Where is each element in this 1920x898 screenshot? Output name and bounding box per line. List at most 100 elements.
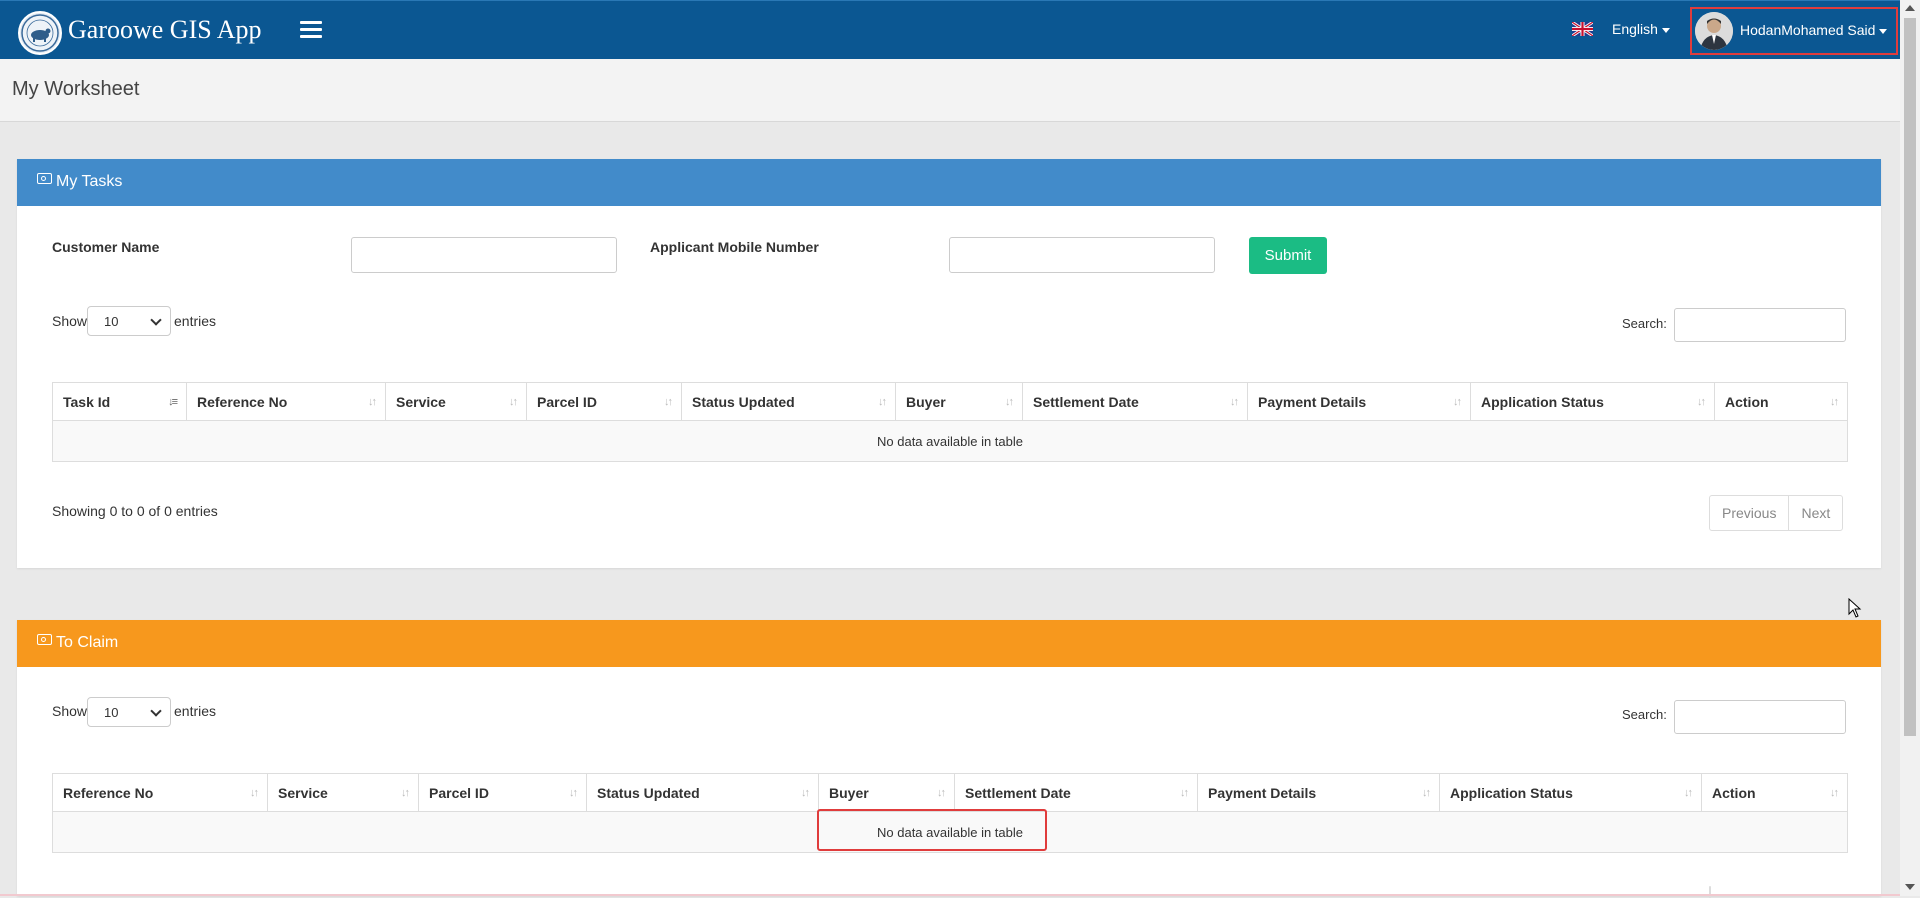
col-task-id[interactable]: Task Id ↓≡: [52, 382, 187, 421]
col-action[interactable]: Action ↓↑: [1714, 382, 1848, 421]
table-info: Showing 0 to 0 of 0 entries: [52, 503, 218, 519]
empty-table-message: No data available in table: [52, 811, 1848, 853]
mobile-number-input[interactable]: [949, 237, 1215, 273]
username-text: HodanMohamed Said: [1740, 22, 1876, 38]
col-service[interactable]: Service ↓↑: [385, 382, 527, 421]
col-status-updated[interactable]: Status Updated ↓↑: [586, 773, 819, 812]
column-label: Task Id: [63, 393, 111, 410]
language-dropdown[interactable]: English: [1612, 21, 1670, 37]
page-size-select[interactable]: 10: [87, 306, 171, 336]
to-claim-table: Reference No ↓↑ Service ↓↑ Parcel ID ↓↑ Sta…: [52, 773, 1848, 853]
column-label: Reference No: [63, 784, 154, 801]
table-header-row: Task Id ↓≡ Reference No ↓↑ Service ↓↑ Parce…: [52, 382, 1848, 421]
col-settlement-date[interactable]: Settlement Date ↓↑: [1022, 382, 1248, 421]
scroll-up-icon[interactable]: [1905, 5, 1915, 11]
col-service[interactable]: Service ↓↑: [267, 773, 419, 812]
mobile-number-label: Applicant Mobile Number: [650, 239, 819, 255]
col-parcel-id[interactable]: Parcel ID ↓↑: [526, 382, 682, 421]
city-seal-logo-icon[interactable]: [18, 11, 62, 55]
sort-icon: ↓↑: [1684, 787, 1693, 799]
column-label: Settlement Date: [1033, 393, 1139, 410]
scroll-down-icon[interactable]: [1905, 884, 1915, 890]
my-tasks-panel: My Tasks Customer Name Applicant Mobile …: [17, 159, 1881, 568]
sort-icon: ↓↑: [1830, 396, 1839, 408]
sort-icon: ↓↑: [250, 787, 259, 799]
search-input[interactable]: [1674, 308, 1846, 342]
column-label: Service: [396, 393, 446, 410]
col-payment-details[interactable]: Payment Details ↓↑: [1247, 382, 1471, 421]
sort-icon: ↓↑: [1230, 396, 1239, 408]
customer-name-label: Customer Name: [52, 239, 160, 255]
col-buyer[interactable]: Buyer ↓↑: [895, 382, 1023, 421]
avatar: [1695, 12, 1733, 50]
column-label: Buyer: [906, 393, 946, 410]
sort-icon: ↓↑: [937, 787, 946, 799]
table-header-row: Reference No ↓↑ Service ↓↑ Parcel ID ↓↑ Sta…: [52, 773, 1848, 812]
col-action[interactable]: Action ↓↑: [1701, 773, 1848, 812]
sort-icon: ↓↑: [1180, 787, 1189, 799]
column-label: Reference No: [197, 393, 288, 410]
col-application-status[interactable]: Application Status ↓↑: [1470, 382, 1715, 421]
column-label: Service: [278, 784, 328, 801]
my-tasks-title: My Tasks: [56, 173, 123, 190]
menu-toggle-icon[interactable]: [300, 21, 322, 39]
sort-icon: ↓↑: [569, 787, 578, 799]
column-label: Settlement Date: [965, 784, 1071, 801]
customer-name-input[interactable]: [351, 237, 617, 273]
search-input[interactable]: [1674, 700, 1846, 734]
sort-icon: ↓↑: [401, 787, 410, 799]
entries-label: entries: [174, 703, 217, 719]
col-status-updated[interactable]: Status Updated ↓↑: [681, 382, 896, 421]
sort-asc-icon: ↓≡: [168, 396, 178, 408]
sort-icon: ↓↑: [878, 396, 887, 408]
col-parcel-id[interactable]: Parcel ID ↓↑: [418, 773, 587, 812]
mouse-cursor-icon: [1848, 598, 1862, 618]
sort-icon: ↓↑: [509, 396, 518, 408]
scrollbar-thumb[interactable]: [1904, 18, 1916, 736]
camera-icon: [37, 634, 52, 645]
my-tasks-table: Task Id ↓≡ Reference No ↓↑ Service ↓↑ Parce…: [52, 382, 1848, 462]
entries-label: entries: [174, 313, 217, 329]
pagination: Previous Next: [1709, 495, 1844, 531]
previous-button[interactable]: Previous: [1710, 496, 1788, 530]
column-label: Payment Details: [1258, 393, 1367, 410]
sort-icon: ↓↑: [664, 396, 673, 408]
chevron-down-icon: [1661, 27, 1670, 33]
pagination: [1709, 886, 1711, 898]
uk-flag-icon: [1572, 22, 1593, 36]
vertical-scrollbar[interactable]: [1900, 0, 1920, 896]
to-claim-title: To Claim: [56, 634, 119, 651]
next-button[interactable]: Next: [1788, 496, 1842, 530]
sort-icon: ↓↑: [1697, 396, 1706, 408]
sort-icon: ↓↑: [1005, 396, 1014, 408]
page-size-value: 10: [104, 314, 119, 329]
col-settlement-date[interactable]: Settlement Date ↓↑: [954, 773, 1198, 812]
col-application-status[interactable]: Application Status ↓↑: [1439, 773, 1702, 812]
column-label: Parcel ID: [429, 784, 489, 801]
show-label: Show: [52, 703, 88, 719]
column-label: Application Status: [1450, 784, 1573, 801]
app-brand[interactable]: Garoowe GIS App: [68, 15, 262, 45]
column-label: Parcel ID: [537, 393, 597, 410]
username-label: HodanMohamed Said: [1740, 22, 1888, 38]
user-menu[interactable]: HodanMohamed Said: [1690, 7, 1898, 55]
sort-icon: ↓↑: [368, 396, 377, 408]
search-label: Search:: [1622, 707, 1667, 722]
chevron-down-icon: [1879, 28, 1888, 34]
language-label: English: [1612, 21, 1658, 37]
table-row: No data available in table: [52, 811, 1848, 853]
column-label: Application Status: [1481, 393, 1604, 410]
page-title: My Worksheet: [12, 78, 140, 100]
show-label: Show: [52, 313, 88, 329]
page-size-select[interactable]: 10: [87, 697, 171, 727]
col-reference-no[interactable]: Reference No ↓↑: [52, 773, 268, 812]
table-row: No data available in table: [52, 420, 1848, 462]
chevron-down-icon: [150, 705, 162, 717]
submit-button[interactable]: Submit: [1249, 237, 1327, 274]
to-claim-panel: To Claim Show 10 entries Search: Referen…: [17, 620, 1881, 898]
col-payment-details[interactable]: Payment Details ↓↑: [1197, 773, 1440, 812]
col-buyer[interactable]: Buyer ↓↑: [818, 773, 955, 812]
sort-icon: ↓↑: [801, 787, 810, 799]
camera-icon: [37, 173, 52, 184]
col-reference-no[interactable]: Reference No ↓↑: [186, 382, 386, 421]
